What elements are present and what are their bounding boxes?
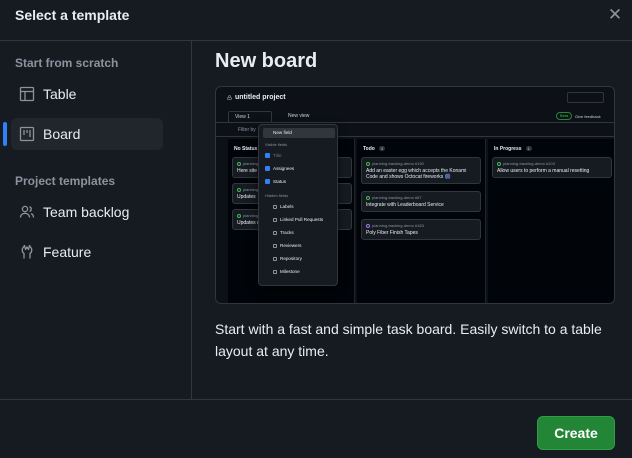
board-preview-image: untitled project View 1 New view Beta Gi… bbox=[215, 86, 615, 304]
preview-menu-header: Hidden fields bbox=[265, 193, 289, 198]
preview-tabs: View 1 New view Beta Give feedback bbox=[216, 109, 614, 123]
sidebar-item-label: Table bbox=[43, 86, 77, 102]
preview-menu-item: Tracks bbox=[273, 230, 294, 235]
preview-view-icons bbox=[567, 92, 604, 103]
lock-icon bbox=[227, 95, 232, 100]
template-title: New board bbox=[215, 50, 318, 72]
preview-menu-item: Milestone bbox=[273, 269, 300, 274]
preview-tab-view: View 1 bbox=[228, 111, 272, 122]
section-label-templates: Project templates bbox=[15, 174, 116, 188]
preview-column-title: Todo 3 bbox=[363, 146, 386, 152]
sidebar-item-label: Team backlog bbox=[43, 204, 130, 220]
preview-column-title: In Progress 1 bbox=[494, 146, 532, 152]
sidebar-item-feature[interactable]: Feature bbox=[11, 236, 163, 268]
people-icon bbox=[19, 205, 35, 218]
template-description: Start with a fast and simple task board.… bbox=[215, 321, 602, 359]
preview-feedback: Give feedback bbox=[575, 114, 601, 119]
preview-menu-header: Visible fields bbox=[265, 142, 288, 147]
board-icon bbox=[19, 126, 35, 142]
sidebar-item-table[interactable]: Table bbox=[11, 78, 163, 110]
feature-icon bbox=[21, 244, 33, 259]
preview-card: planning-tracking-demo #103 Allow users … bbox=[492, 157, 612, 178]
close-icon[interactable]: ✕ bbox=[605, 5, 625, 25]
preview-menu-item: Labels bbox=[273, 204, 294, 209]
sidebar-item-label: Board bbox=[43, 126, 81, 142]
dialog-header: Select a template ✕ bbox=[0, 0, 632, 41]
preview-card: planning-tracking-demo #87 Integrate wit… bbox=[361, 191, 481, 212]
dialog-title: Select a template bbox=[15, 7, 130, 23]
template-dialog: Select a template ✕ Start from scratch T… bbox=[0, 0, 632, 458]
table-icon bbox=[19, 86, 35, 102]
preview-menu-item: Reviewers bbox=[273, 243, 301, 248]
template-detail: New board untitled project View 1 New vi… bbox=[192, 41, 632, 399]
sidebar-item-label: Feature bbox=[43, 244, 92, 260]
dialog-footer: Create bbox=[0, 399, 632, 458]
preview-card: planning-tracking-demo #190 Add an easte… bbox=[361, 157, 481, 184]
preview-beta-badge: Beta bbox=[556, 112, 573, 120]
preview-column-in-progress: In Progress 1 planning-tracking-demo #103… bbox=[488, 139, 614, 303]
preview-menu-item: Linked Pull Requests bbox=[273, 217, 323, 222]
preview-column-todo: Todo 3 planning-tracking-demo #190 Add an… bbox=[357, 139, 486, 303]
preview-tab-new: New view bbox=[288, 113, 310, 119]
sidebar-item-team-backlog[interactable]: Team backlog bbox=[11, 196, 163, 228]
preview-menu-item: Repository bbox=[273, 256, 302, 261]
sidebar-item-board[interactable]: Board bbox=[11, 118, 163, 150]
preview-column-title: No Status bbox=[234, 146, 258, 152]
selected-indicator bbox=[3, 122, 7, 146]
preview-menu-item: Assignees bbox=[265, 166, 294, 172]
preview-new-field: New field bbox=[263, 128, 335, 138]
preview-project-title: untitled project bbox=[235, 94, 286, 101]
preview-topbar: untitled project bbox=[216, 87, 614, 107]
template-sidebar: Start from scratch Table Board Project t… bbox=[0, 41, 192, 399]
preview-menu-item: Title bbox=[265, 153, 282, 159]
preview-menu-item: Status bbox=[265, 179, 286, 185]
create-button[interactable]: Create bbox=[537, 416, 615, 450]
preview-field-menu: New field Visible fields Title Assignees… bbox=[258, 124, 338, 286]
preview-card: planning-tracking-demo #183 Poly Fiber F… bbox=[361, 219, 481, 240]
section-label-scratch: Start from scratch bbox=[15, 56, 119, 70]
